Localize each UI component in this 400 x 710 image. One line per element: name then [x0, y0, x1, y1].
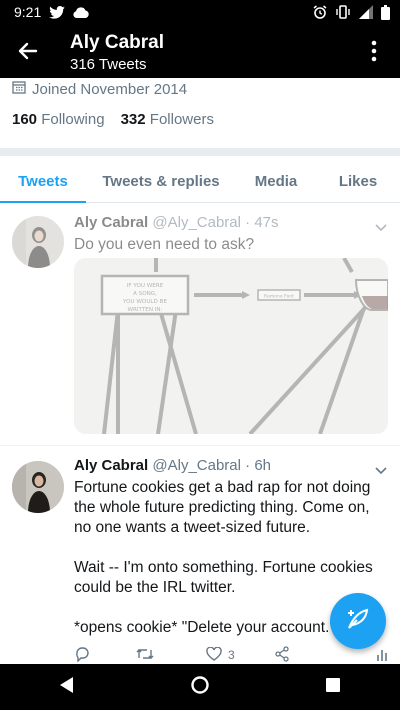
followers-stat[interactable]: 332 Followers [121, 111, 214, 128]
avatar[interactable] [12, 216, 64, 268]
share-icon [274, 645, 290, 665]
retweet-button[interactable] [136, 647, 206, 664]
nav-recents-button[interactable] [313, 667, 353, 707]
follow-stats: 160 Following 332 Followers [12, 111, 214, 128]
followers-count: 332 [120, 111, 146, 128]
chevron-down-icon[interactable] [374, 463, 388, 475]
alarm-icon [313, 5, 327, 19]
tweet-item[interactable]: Aly Cabral @Aly_Cabral · 47s Do you even… [0, 204, 400, 446]
signal-icon [359, 5, 373, 19]
tweet-paragraph: Wait -- I'm onto something. Fortune cook… [74, 559, 373, 596]
tweet-separator: · [245, 214, 251, 231]
like-count: 3 [228, 648, 235, 662]
tweet-author-name[interactable]: Aly Cabral [74, 214, 148, 231]
tweet-author-name[interactable]: Aly Cabral [74, 457, 148, 474]
share-button[interactable] [274, 645, 344, 665]
tweet-text: Do you even need to ask? [74, 236, 255, 253]
chevron-down-icon[interactable] [374, 220, 388, 232]
overflow-menu-icon[interactable] [368, 39, 380, 63]
media-box-1-line-3: YOU WOULD BE [122, 299, 167, 305]
system-nav-bar [0, 664, 400, 710]
media-box-1-line-4: WRITTEN IN: [127, 307, 162, 313]
home-circle-icon [190, 675, 210, 700]
tweet-media-image[interactable]: IF YOU WERE A SONG, YOU WOULD BE WRITTEN… [74, 258, 388, 434]
status-time: 9:21 [14, 4, 42, 20]
tweet-header: Aly Cabral @Aly_Cabral · 47s [74, 214, 279, 231]
tweet-separator: · [245, 457, 251, 474]
compose-tweet-button[interactable] [330, 593, 386, 649]
recents-square-icon [325, 677, 341, 698]
calendar-icon [12, 80, 26, 98]
following-label: Following [41, 111, 105, 128]
battery-icon [381, 4, 390, 20]
analytics-button[interactable] [376, 647, 390, 664]
media-box-1-line-1: IF YOU WERE [127, 283, 164, 289]
joined-label: Joined November 2014 [32, 80, 188, 98]
nav-back-button[interactable] [47, 667, 87, 707]
like-button[interactable]: 3 [206, 646, 274, 664]
tweet-count: 316 Tweets [70, 56, 147, 73]
reply-icon [74, 646, 90, 665]
followers-label: Followers [149, 111, 214, 128]
vibrate-icon [335, 5, 351, 19]
heart-icon [206, 646, 222, 664]
analytics-icon [376, 647, 390, 664]
nav-home-button[interactable] [180, 667, 220, 707]
back-arrow-icon[interactable] [14, 37, 42, 65]
retweet-icon [136, 647, 154, 664]
tweet-author-handle: @Aly_Cabral [152, 457, 241, 474]
following-stat[interactable]: 160 Following [12, 111, 105, 128]
media-box-1-line-2: A SONG, [133, 291, 157, 297]
cloud-icon [73, 6, 89, 18]
status-bar: 9:21 [0, 0, 400, 24]
profile-name: Aly Cabral [70, 32, 164, 53]
compose-feather-icon [345, 606, 371, 637]
tab-media[interactable]: Media [236, 160, 316, 202]
following-count: 160 [12, 111, 38, 128]
tab-likes[interactable]: Likes [316, 160, 400, 202]
tweet-time: 47s [254, 214, 279, 231]
tab-tweets[interactable]: Tweets [0, 160, 86, 203]
media-box-2-label: Ramone Font [264, 294, 294, 300]
tab-tweets-and-replies[interactable]: Tweets & replies [86, 160, 236, 202]
tweet-actions: 3 [74, 645, 390, 665]
profile-tabs: Tweets Tweets & replies Media Likes [0, 160, 400, 203]
tweet-author-handle: @Aly_Cabral [152, 214, 241, 231]
section-divider [0, 148, 400, 156]
reply-button[interactable] [74, 646, 136, 665]
joined-date: Joined November 2014 [12, 80, 187, 98]
twitter-notification-icon [49, 5, 66, 19]
back-triangle-icon [59, 676, 75, 699]
tweet-time: 6h [254, 457, 271, 474]
avatar[interactable] [12, 461, 64, 513]
tweet-header: Aly Cabral @Aly_Cabral · 6h [74, 457, 271, 474]
app-bar: Aly Cabral 316 Tweets [0, 24, 400, 78]
tweet-paragraph: Fortune cookies get a bad rap for not do… [74, 479, 371, 536]
